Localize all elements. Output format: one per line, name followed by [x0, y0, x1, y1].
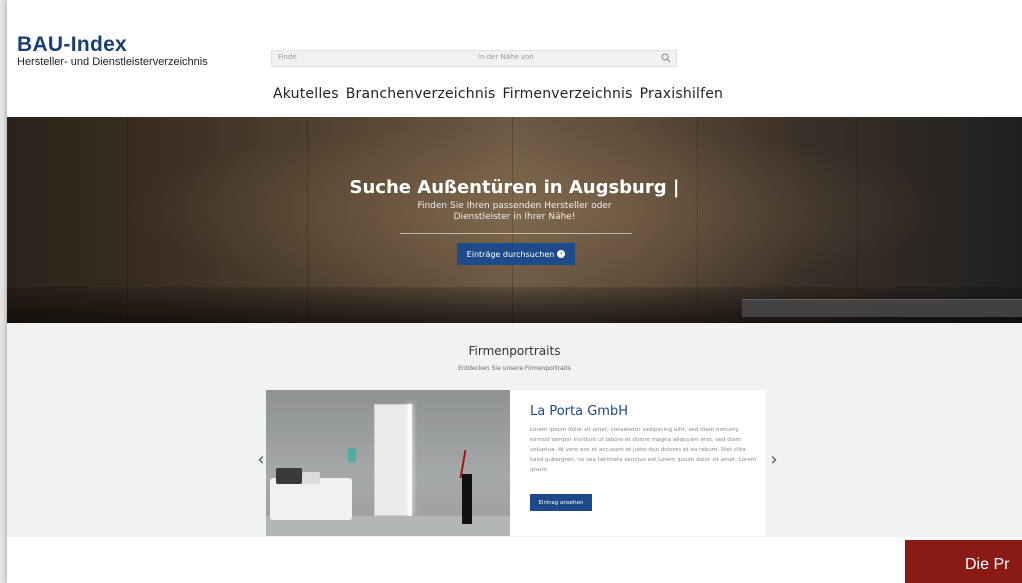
company-name[interactable]: La Porta GmbH: [530, 404, 628, 419]
hero-subtitle-line2: Dienstleister in Ihrer Nähe!: [453, 212, 576, 222]
browse-entries-label: Einträge durchsuchen: [466, 249, 555, 259]
search-location-input[interactable]: in der Nähe von: [478, 53, 534, 61]
section-subtitle: Entdecken Sie unsere Firmenportraits: [458, 365, 571, 372]
company-description: Lorem ipsum dolor sit amet, consetetur s…: [530, 427, 757, 473]
image-door: [374, 404, 410, 516]
promo-banner[interactable]: Die Pr: [905, 540, 1022, 583]
browse-entries-button[interactable]: Einträge durchsuchen ›: [457, 243, 575, 265]
company-image: [266, 390, 510, 536]
image-vase: [462, 474, 472, 524]
hero-step: [742, 299, 1022, 317]
logo-title: BAU-Index: [17, 33, 128, 56]
nav-item-firmenverzeichnis[interactable]: Firmenverzeichnis: [503, 86, 633, 102]
hero-subtitle: Finden Sie Ihren passenden Hersteller od…: [7, 201, 1022, 223]
nav-item-branchenverzeichnis[interactable]: Branchenverzeichnis: [346, 86, 496, 102]
main-nav: Akutelles Branchenverzeichnis Firmenverz…: [273, 86, 723, 102]
search-what-input[interactable]: Finde: [278, 53, 297, 61]
nav-item-aktuelles[interactable]: Akutelles: [273, 86, 339, 102]
image-wall-art: [348, 448, 356, 462]
arrow-circle-right-icon: ›: [557, 250, 566, 258]
carousel-next-arrow[interactable]: ›: [767, 451, 781, 469]
logo-subtitle: Hersteller- und Dienstleisterverzeichnis: [17, 56, 208, 68]
image-cushion: [302, 472, 320, 484]
hero-title: Suche Außentüren in Augsburg |: [349, 177, 680, 198]
browser-page: BAU-Index Hersteller- und Dienstleisterv…: [7, 0, 1022, 583]
company-card: La Porta GmbH Lorem ipsum dolor sit amet…: [266, 390, 766, 536]
image-sofa: [270, 478, 352, 520]
hero-divider: [400, 233, 632, 234]
hero-banner: Suche Außentüren in Augsburg | Finden Si…: [7, 117, 1022, 323]
site-logo[interactable]: BAU-Index Hersteller- und Dienstleisterv…: [17, 34, 208, 69]
search-icon[interactable]: [660, 52, 672, 64]
nav-item-praxishilfen[interactable]: Praxishilfen: [640, 86, 723, 102]
section-title: Firmenportraits: [468, 344, 561, 358]
image-cushion: [276, 468, 302, 484]
view-entry-button[interactable]: Eintrag ansehen: [530, 494, 592, 511]
search-bar: Finde in der Nähe von: [271, 50, 677, 67]
company-portraits-section: Firmenportraits Entdecken Sie unsere Fir…: [7, 323, 1022, 537]
image-door-gap: [408, 404, 412, 516]
hero-subtitle-line1: Finden Sie Ihren passenden Hersteller od…: [417, 201, 612, 211]
